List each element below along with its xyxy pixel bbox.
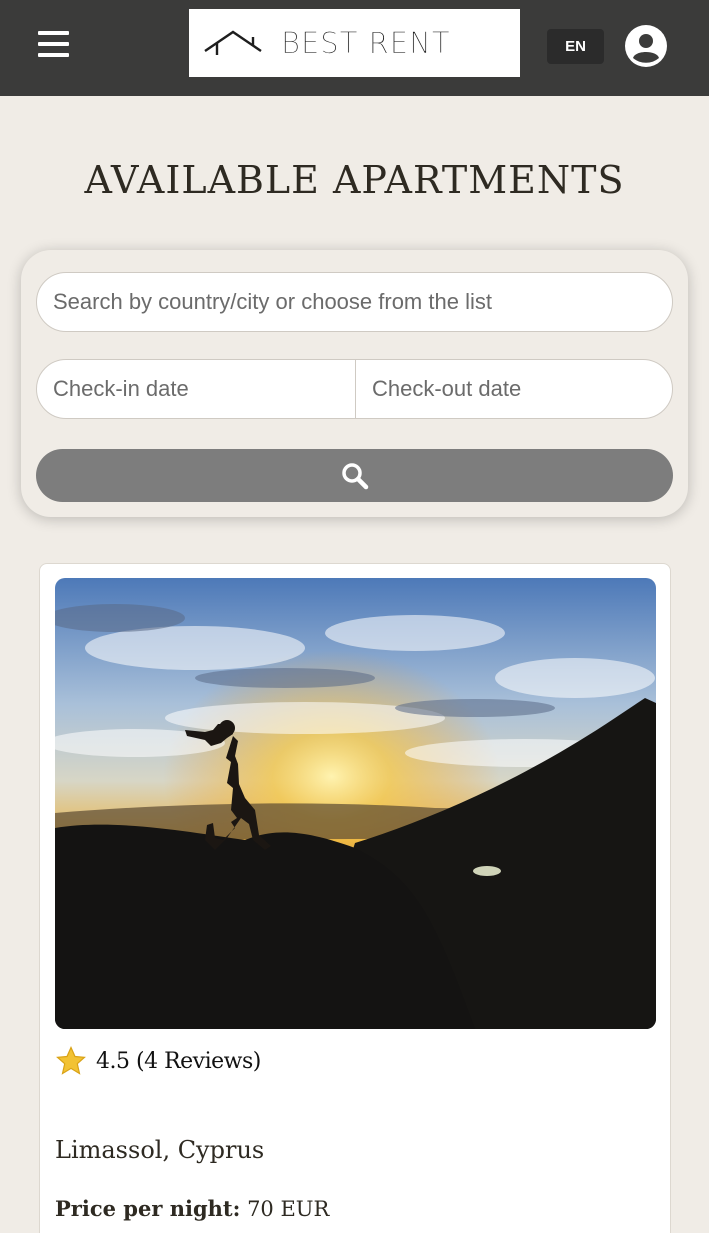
checkout-date-field[interactable]: Check-out date [355, 359, 673, 419]
house-logo-icon [204, 30, 262, 55]
star-icon [56, 1046, 86, 1075]
language-button[interactable]: EN [547, 29, 604, 64]
user-circle-icon[interactable] [625, 25, 667, 67]
logo[interactable]: BEST RENT [189, 9, 520, 77]
apartment-photo[interactable] [55, 578, 656, 1029]
price-value: 70 EUR [247, 1197, 330, 1221]
apartment-card[interactable]: 4.5 (4 Reviews) Limassol, Cyprus Price p… [39, 563, 671, 1233]
top-bar: BEST RENT EN [0, 0, 709, 96]
location-search-input[interactable]: Search by country/city or choose from th… [36, 272, 673, 332]
price-per-night: Price per night: 70 EUR [55, 1196, 329, 1221]
search-icon [341, 462, 368, 489]
apartment-location: Limassol, Cyprus [55, 1136, 265, 1164]
search-button[interactable] [36, 449, 673, 502]
rating-text: 4.5 (4 Reviews) [96, 1049, 261, 1074]
review-count: (4 Reviews) [136, 1048, 261, 1074]
price-label: Price per night: [55, 1196, 241, 1221]
page-title: AVAILABLE APARTMENTS [84, 158, 625, 202]
rating-value: 4.5 [96, 1048, 130, 1074]
checkin-date-field[interactable]: Check-in date [36, 359, 357, 419]
rating: 4.5 (4 Reviews) [56, 1046, 261, 1076]
hamburger-menu-icon[interactable] [38, 31, 70, 63]
logo-text: BEST RENT [281, 26, 451, 61]
search-panel: Search by country/city or choose from th… [21, 250, 688, 517]
